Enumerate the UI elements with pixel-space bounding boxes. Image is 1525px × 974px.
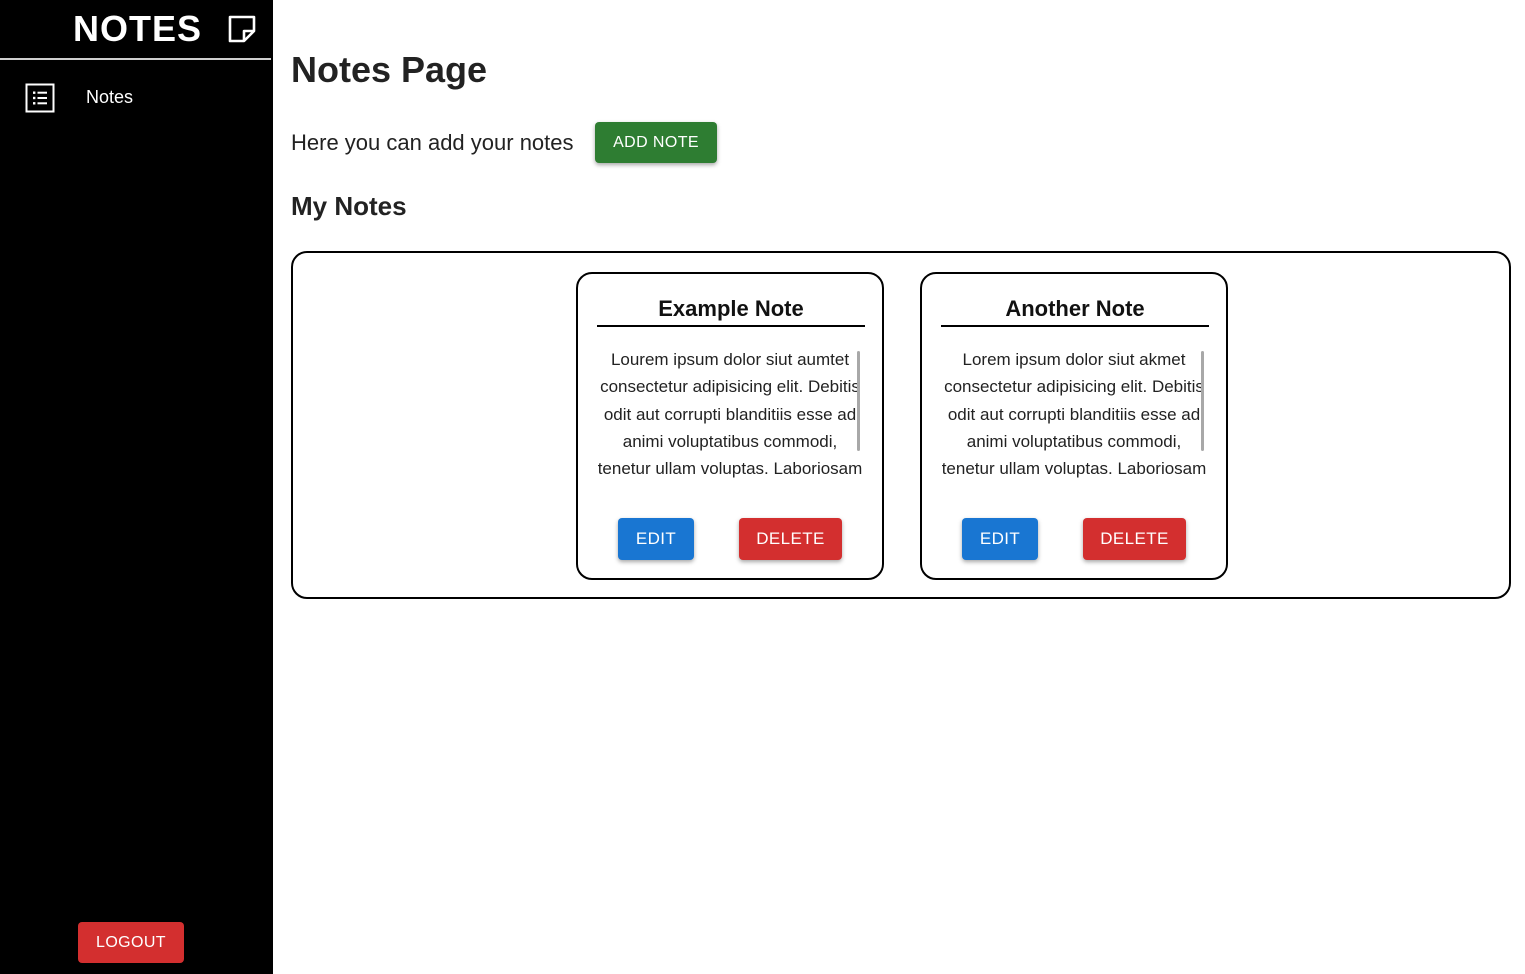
note-title: Another Note (941, 296, 1209, 327)
note-scrollbar[interactable] (857, 351, 860, 451)
note-card: Example Note Lourem ipsum dolor siut aum… (576, 272, 884, 580)
note-body[interactable]: Lourem ipsum dolor siut aumtet consectet… (597, 346, 865, 496)
sticky-note-icon[interactable] (226, 13, 258, 45)
brand-title: NOTES (73, 8, 203, 49)
edit-button[interactable]: EDIT (618, 518, 694, 560)
page-title: Notes Page (291, 49, 488, 90)
intro-text: Here you can add your notes (291, 130, 574, 155)
edit-button[interactable]: EDIT (962, 518, 1038, 560)
add-note-button[interactable]: ADD NOTE (595, 122, 717, 163)
note-title: Example Note (597, 296, 865, 327)
delete-button[interactable]: DELETE (739, 518, 842, 560)
notes-container: Example Note Lourem ipsum dolor siut aum… (291, 251, 1511, 599)
sidebar: NOTES Notes LOGOUT (0, 0, 273, 974)
delete-button[interactable]: DELETE (1083, 518, 1186, 560)
sidebar-item-label: Notes (86, 87, 134, 107)
app-root: NOTES Notes LOGOUT Notes Page Here you c… (0, 0, 1525, 974)
note-card: Another Note Lorem ipsum dolor siut akme… (920, 272, 1228, 580)
note-body[interactable]: Lorem ipsum dolor siut akmet consectetur… (941, 346, 1209, 496)
note-scrollbar[interactable] (1201, 351, 1204, 451)
sidebar-item-notes[interactable]: Notes (0, 72, 271, 122)
list-icon (25, 83, 55, 113)
sidebar-brand: NOTES (0, 0, 271, 60)
section-title: My Notes (291, 191, 407, 221)
logout-button[interactable]: LOGOUT (78, 922, 184, 963)
